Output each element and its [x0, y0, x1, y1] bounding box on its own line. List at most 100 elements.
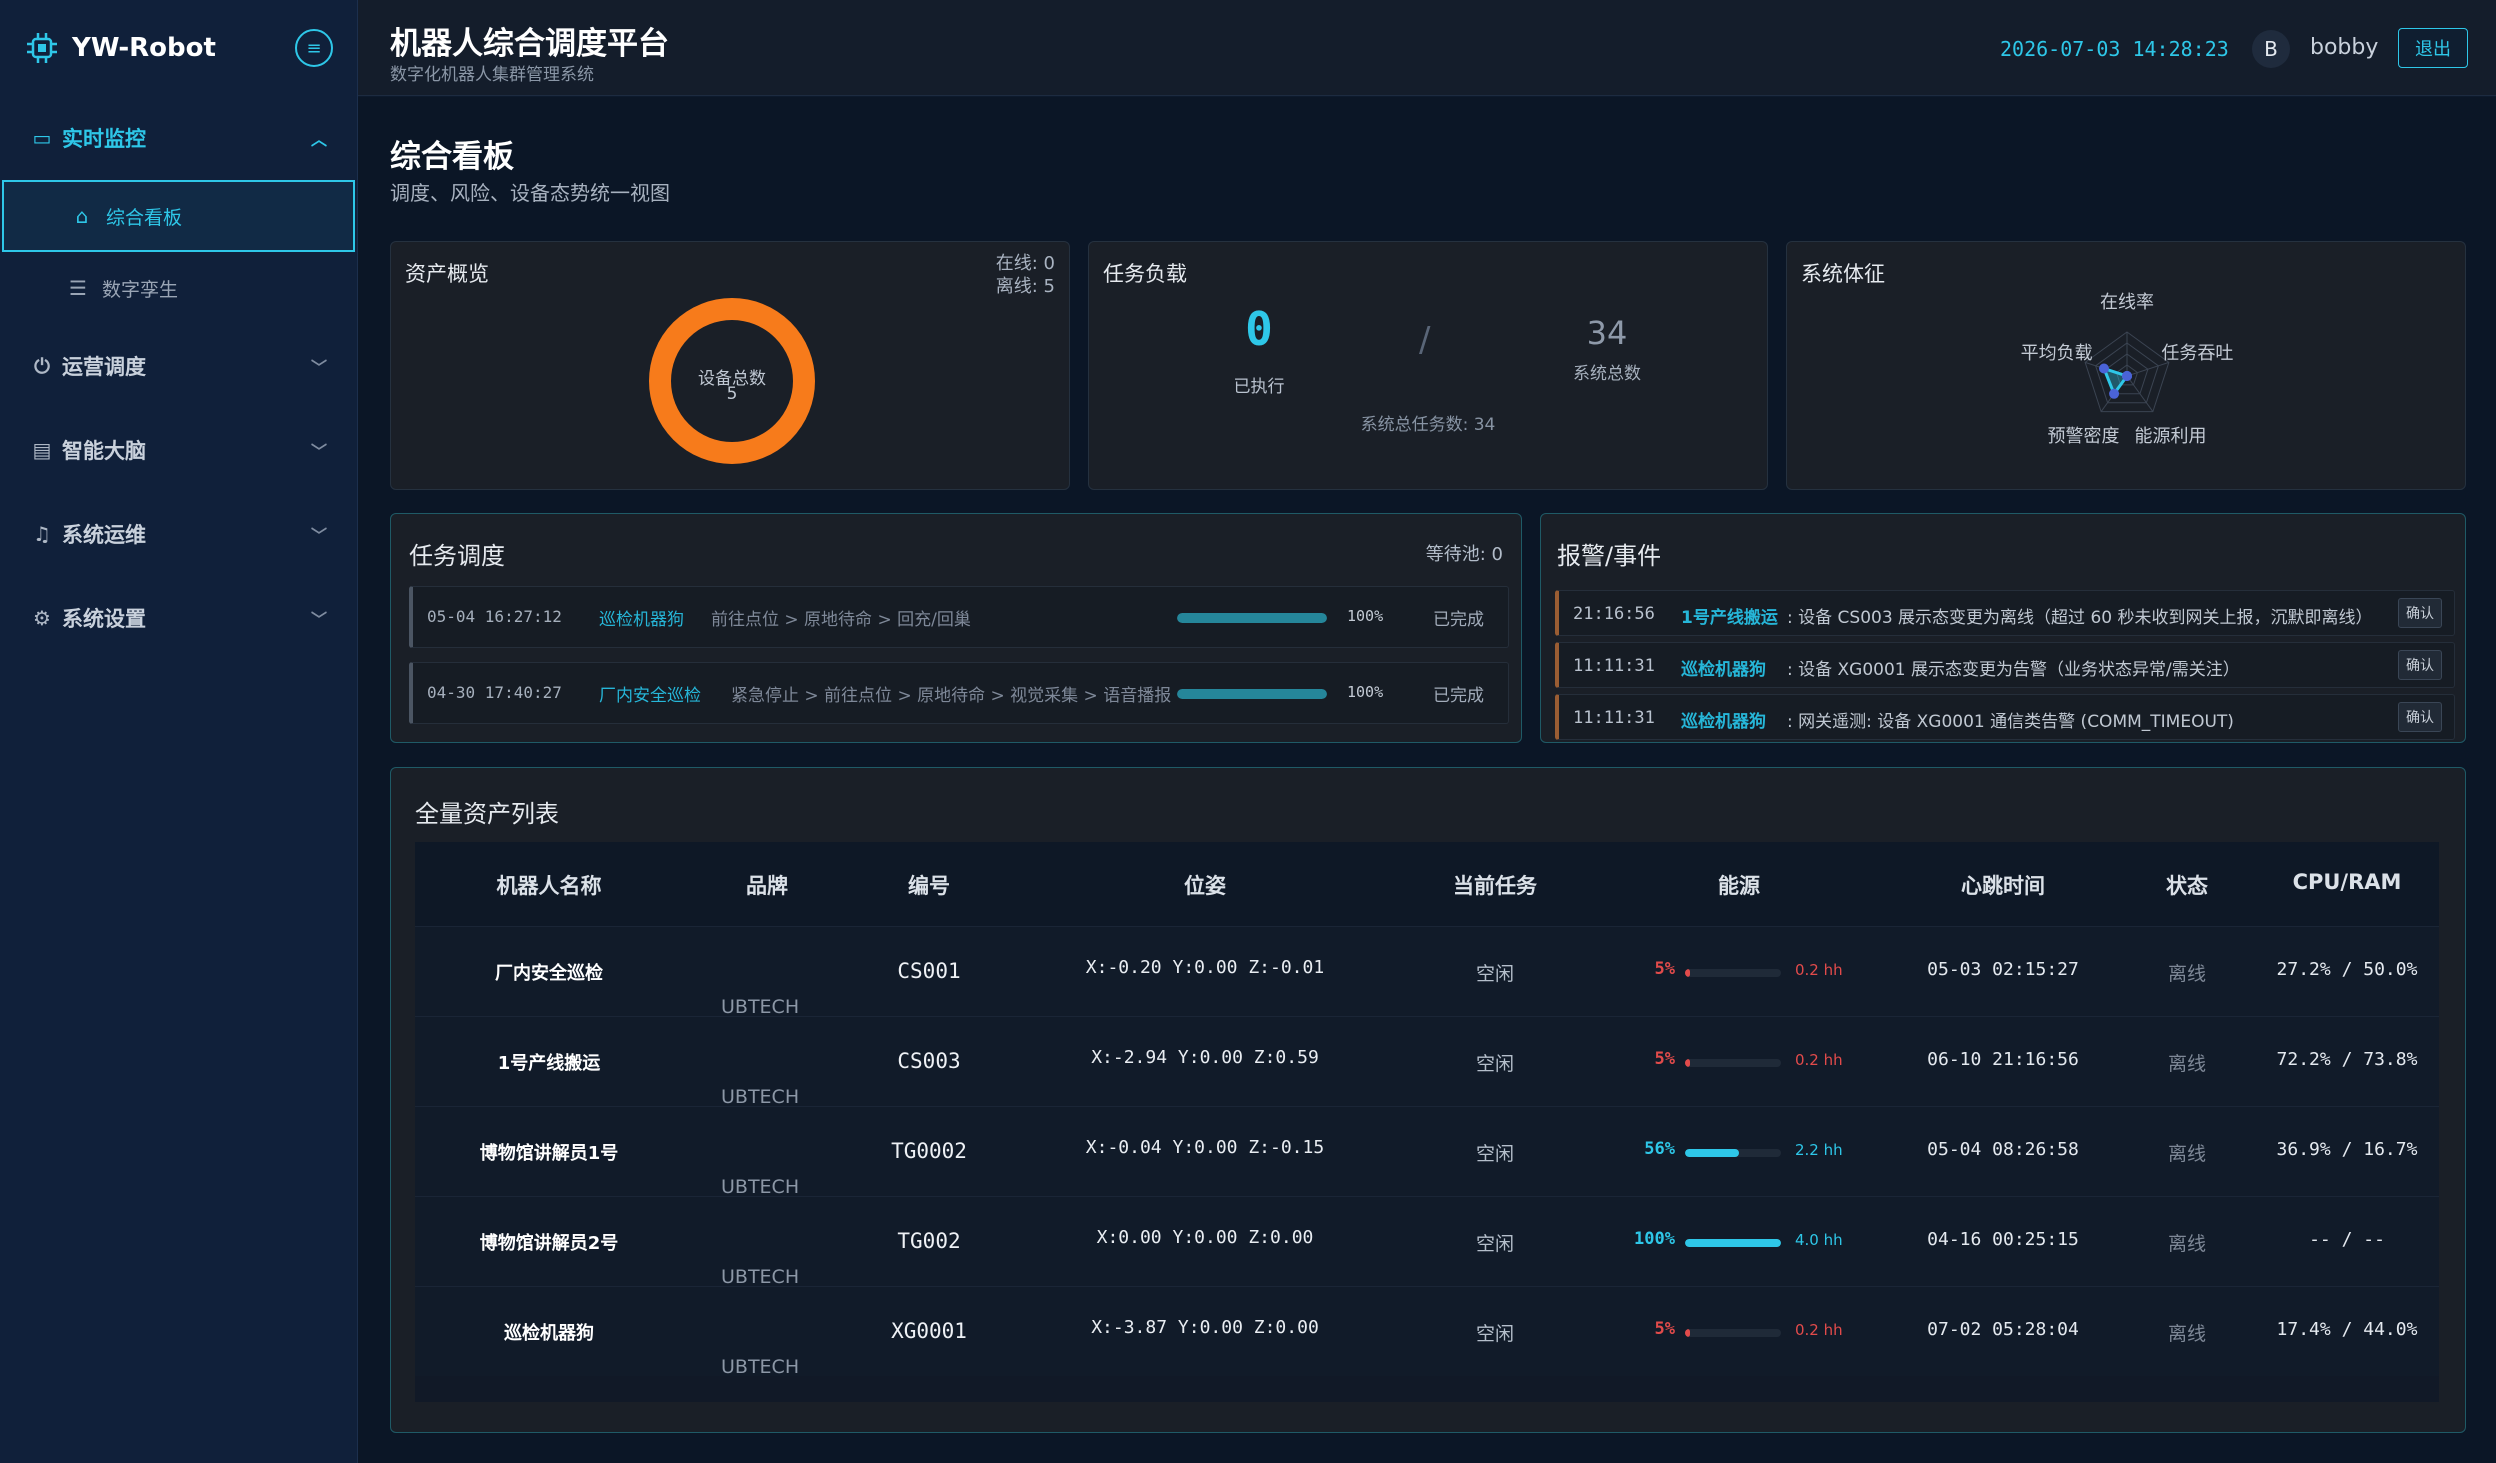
menu-toggle-button[interactable]: ≡ — [295, 29, 333, 67]
robot-code: CS001 — [897, 959, 961, 983]
card-title: 报警/事件 — [1557, 542, 1662, 570]
task-row[interactable]: 05-04 16:27:12 巡检机器狗 前往点位 > 原地待命 > 回充/回巢 10… — [409, 586, 1509, 648]
chevron-down-icon: ﹀ — [310, 442, 327, 461]
online-count: 在线: 0 — [995, 253, 1055, 274]
alert-time: 21:16:56 — [1573, 604, 1655, 624]
total-label: 系统总数 — [1573, 364, 1641, 384]
task-robot: 厂内安全巡检 — [599, 686, 701, 706]
task-summary: 系统总任务数: 34 — [1360, 415, 1496, 435]
dispatch-card: 任务调度 等待池: 0 05-04 16:27:12 巡检机器狗 前往点位 > 原地… — [390, 513, 1522, 743]
gear-icon: ⚙ — [33, 606, 51, 630]
separator: / — [1419, 320, 1431, 360]
task-percent: 100% — [1347, 607, 1384, 625]
vitals-card: 系统体征 在线率 任务吞吐 能源利用 预警密度 平均负载 — [1786, 241, 2466, 490]
alert-row[interactable]: 11:11:31 巡检机器狗: 网关遥测: 设备 XG0001 通信类告警 (CO… — [1555, 694, 2455, 740]
current-task: 空闲 — [1475, 963, 1514, 985]
confirm-button[interactable]: 确认 — [2398, 598, 2442, 628]
task-load-card: 任务负载 0 已执行 / 34 系统总数 系统总任务数: 34 — [1088, 241, 1768, 490]
alert-message: : 网关遥测: 设备 XG0001 通信类告警 (COMM_TIMEOUT) — [1787, 712, 2234, 732]
menu-icon: ≡ — [306, 37, 322, 59]
column-header: CPU/RAM — [2292, 870, 2402, 894]
robot-name: 厂内安全巡检 — [495, 963, 603, 984]
page-description: 调度、风险、设备态势统一视图 — [390, 181, 670, 205]
home-icon: ⌂ — [75, 204, 89, 228]
nav-group-label: 运营调度 — [62, 355, 146, 379]
monitor-icon: ▭ — [32, 126, 52, 150]
radar-point — [2098, 363, 2109, 374]
table-row[interactable]: 1号产线搬运 UBTECH CS003 X:-2.94 Y:0.00 Z:0.59 空闲… — [415, 1016, 2439, 1108]
current-task: 空闲 — [1475, 1233, 1514, 1255]
heartbeat-time: 05-03 02:15:27 — [1927, 959, 2079, 980]
radar-point — [2109, 388, 2120, 399]
table-header: 机器人名称 品牌 编号 位姿 当前任务 能源 心跳时间 状态 CPU/RAM — [415, 842, 2439, 926]
energy-bar — [1685, 1239, 1781, 1247]
robot-code: CS003 — [897, 1049, 961, 1073]
energy-bar — [1685, 969, 1781, 977]
radar-axis-label: 能源利用 — [2134, 426, 2206, 447]
chevron-down-icon: ﹀ — [310, 358, 327, 377]
column-header: 能源 — [1718, 874, 1760, 898]
alert-message: : 设备 CS003 展示态变更为离线（超过 60 秒未收到网关上报，沉默即离线… — [1787, 608, 2373, 628]
column-header: 编号 — [908, 874, 950, 898]
chip-icon — [27, 33, 57, 63]
table-row[interactable]: 厂内安全巡检 UBTECH CS001 X:-0.20 Y:0.00 Z:-0.01 空… — [415, 926, 2439, 1018]
table-row[interactable]: 巡检机器狗 UBTECH XG0001 X:-3.87 Y:0.00 Z:0.00 空闲… — [415, 1286, 2439, 1378]
logout-button[interactable]: 退出 — [2398, 28, 2468, 68]
table-row[interactable]: 博物馆讲解员1号 UBTECH TG0002 X:-0.04 Y:0.00 Z:-0.… — [415, 1106, 2439, 1198]
alert-list[interactable]: 21:16:56 1号产线搬运 : 设备 CS003 展示态变更为离线（超过 60 … — [1555, 582, 2455, 742]
waiting-pool: 等待池: 0 — [1425, 544, 1503, 565]
alert-source: 1号产线搬运 — [1681, 608, 1778, 628]
energy-percent: 100% — [1634, 1229, 1675, 1249]
robot-pose: X:-0.20 Y:0.00 Z:-0.01 — [1085, 957, 1325, 978]
nav-group-settings[interactable]: ⚙ 系统设置 ﹀ — [0, 576, 357, 660]
confirm-button[interactable]: 确认 — [2398, 702, 2442, 732]
nav-group-sysops[interactable]: ♫ 系统运维 ﹀ — [0, 492, 357, 576]
chevron-down-icon: ﹀ — [310, 610, 327, 629]
nav-group-label: 系统运维 — [62, 523, 146, 547]
nav-group-label: 智能大脑 — [62, 439, 146, 463]
alert-row[interactable]: 21:16:56 1号产线搬运 : 设备 CS003 展示态变更为离线（超过 60 … — [1555, 590, 2455, 636]
alert-row[interactable]: 11:11:31 巡检机器狗: 设备 XG0001 展示态变更为告警（业务状态异常… — [1555, 642, 2455, 688]
nav-group-ai-brain[interactable]: ▤ 智能大脑 ﹀ — [0, 408, 357, 492]
app-subtitle: 数字化机器人集群管理系统 — [390, 65, 594, 85]
energy-hours: 0.2 hh — [1795, 1051, 1843, 1069]
clock: 2026-07-03 14:28:23 — [2000, 37, 2229, 61]
brand: YW-Robot ≡ — [0, 0, 357, 96]
energy-hours: 0.2 hh — [1795, 961, 1843, 979]
nav-group-label: 系统设置 — [62, 607, 146, 631]
alert-time: 11:11:31 — [1573, 708, 1655, 728]
card-title: 全量资产列表 — [415, 800, 559, 828]
alerts-card: 报警/事件 21:16:56 1号产线搬运 : 设备 CS003 展示态变更为离线（… — [1540, 513, 2466, 743]
task-row[interactable]: 04-30 17:40:27 厂内安全巡检 紧急停止 > 前往点位 > 原地待命 >… — [409, 662, 1509, 724]
nav-group-realtime[interactable]: ▭ 实时监控 ︿ — [0, 96, 357, 180]
nav-group-operations[interactable]: ⏻ 运营调度 ﹀ — [0, 324, 357, 408]
robot-code: TG002 — [897, 1229, 961, 1253]
column-header: 心跳时间 — [1961, 874, 2045, 898]
executed-label: 已执行 — [1233, 377, 1285, 397]
executed-count: 0 — [1245, 302, 1273, 356]
task-path: 前往点位 > 原地待命 > 回充/回巢 — [711, 610, 971, 630]
table-row[interactable]: 博物馆讲解员2号 UBTECH TG002 X:0.00 Y:0.00 Z:0.00 空… — [415, 1196, 2439, 1288]
robot-name: 1号产线搬运 — [497, 1053, 601, 1074]
column-header: 品牌 — [746, 874, 788, 898]
task-robot: 巡检机器狗 — [599, 610, 684, 630]
avatar[interactable]: B — [2252, 30, 2290, 68]
energy-bar — [1685, 1149, 1781, 1157]
asset-stats: 在线: 0 离线: 5 — [996, 252, 1055, 298]
nav-item-digital-twin[interactable]: ☰ 数字孪生 — [0, 252, 357, 324]
energy-bar-fill — [1685, 1059, 1690, 1067]
confirm-button[interactable]: 确认 — [2398, 650, 2442, 680]
task-time: 05-04 16:27:12 — [427, 607, 562, 626]
nav-item-dashboard[interactable]: ⌂ 综合看板 — [2, 180, 355, 252]
energy-hours: 0.2 hh — [1795, 1321, 1843, 1339]
radar-axis-label: 平均负载 — [2021, 343, 2093, 364]
cpu-ram: 27.2% / 50.0% — [2276, 959, 2418, 980]
robot-pose: X:0.00 Y:0.00 Z:0.00 — [1096, 1227, 1314, 1248]
robot-pose: X:-3.87 Y:0.00 Z:0.00 — [1091, 1317, 1319, 1338]
chevron-up-icon: ︿ — [310, 130, 327, 149]
donut-value: 5 — [726, 384, 738, 404]
energy-hours: 2.2 hh — [1795, 1141, 1843, 1159]
chevron-down-icon: ﹀ — [310, 526, 327, 545]
task-path: 紧急停止 > 前往点位 > 原地待命 > 视觉采集 > 语音播报 — [731, 686, 1172, 706]
main-content: 综合看板 调度、风险、设备态势统一视图 资产概览 在线: 0 离线: 5 设备总… — [358, 97, 2496, 1463]
